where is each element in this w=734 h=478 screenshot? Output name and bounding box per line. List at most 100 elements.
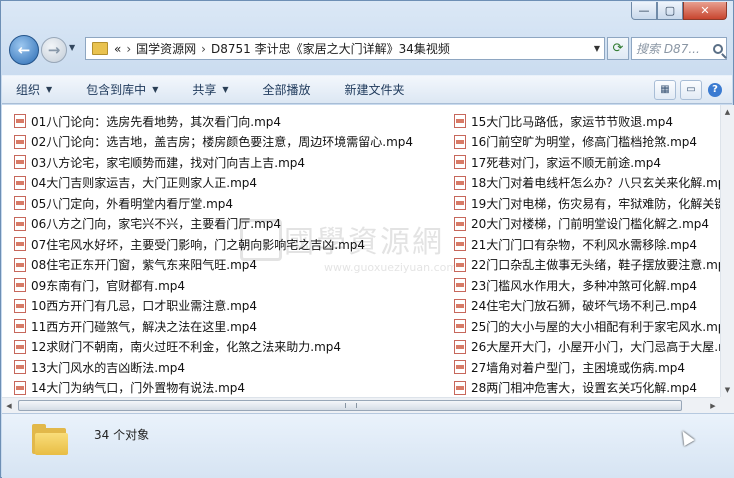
file-item[interactable]: 17死巷对门，家运不顺无前途.mp4 — [454, 152, 720, 173]
close-button[interactable]: ✕ — [683, 2, 727, 20]
file-name: 19大门对电梯，伤灾易有，牢狱难防，化解关键.mp4 — [471, 196, 720, 211]
file-item[interactable]: 05八门定向，外看明堂内看厅堂.mp4 — [14, 193, 450, 214]
organize-menu[interactable]: 组织 ▼ — [16, 81, 52, 98]
file-list: 國學資源網 www.guoxueziyuan.com 01八门论向：选房先看地势… — [2, 105, 720, 397]
file-name: 24住宅大门放石狮，破坏气场不利己.mp4 — [471, 299, 698, 314]
address-bar[interactable]: « › 国学资源网 › D8751 李计忠《家居之大门详解》34集视频 ▼ — [85, 37, 605, 60]
navigation-bar: ← → ▼ « › 国学资源网 › D8751 李计忠《家居之大门详解》34集视… — [9, 35, 727, 65]
mp4-file-icon — [454, 339, 466, 354]
preview-pane-button[interactable]: ▭ — [680, 79, 702, 100]
file-item[interactable]: 01八门论向：选房先看地势，其次看门向.mp4 — [14, 111, 450, 132]
search-input[interactable]: 搜索 D87... — [631, 37, 727, 60]
back-button[interactable]: ← — [9, 35, 39, 65]
minimize-button[interactable]: — — [631, 2, 657, 20]
file-item[interactable]: 12求财门不朝南，南火过旺不利金，化煞之法来助力.mp4 — [14, 337, 450, 358]
file-item[interactable]: 22门口杂乱主做事无头绪，鞋子摆放要注意.mp4 — [454, 255, 720, 276]
file-name: 05八门定向，外看明堂内看厅堂.mp4 — [31, 196, 234, 211]
horizontal-scrollbar[interactable]: ◀ ▶ — [2, 397, 720, 413]
file-name: 10西方开门有几忌，口才职业需注意.mp4 — [31, 299, 258, 314]
mp4-file-icon — [14, 155, 26, 170]
arrow-left-icon: ← — [17, 41, 31, 59]
file-name: 27墙角对着户型门，主困境或伤病.mp4 — [471, 360, 686, 375]
address-dropdown-icon[interactable]: ▼ — [590, 44, 604, 53]
chevron-down-icon: ▼ — [46, 85, 53, 94]
file-name: 23门槛风水作用大，多种冲煞可化解.mp4 — [471, 278, 698, 293]
file-name: 21大门门口有杂物，不利风水需移除.mp4 — [471, 237, 698, 252]
search-placeholder: 搜索 D87... — [636, 42, 700, 56]
file-item[interactable]: 03八方论宅，家宅顺势而建，找对门向吉上吉.mp4 — [14, 152, 450, 173]
file-item[interactable]: 06八方之门向，家宅兴不兴，主要看门厅.mp4 — [14, 214, 450, 235]
mp4-file-icon — [14, 196, 26, 211]
file-column-right: 15大门比马路低，家运节节败退.mp4 16门前空旷为明堂，修高门槛档抢煞.mp… — [454, 111, 720, 397]
file-name: 03八方论宅，家宅顺势而建，找对门向吉上吉.mp4 — [31, 155, 306, 170]
scroll-right-icon[interactable]: ▶ — [706, 398, 720, 413]
play-all-button[interactable]: 全部播放 — [263, 81, 311, 98]
file-item[interactable]: 16门前空旷为明堂，修高门槛档抢煞.mp4 — [454, 132, 720, 153]
refresh-button[interactable]: ⟳ — [607, 37, 629, 60]
breadcrumb-separator[interactable]: › — [126, 42, 131, 56]
file-item[interactable]: 24住宅大门放石狮，破坏气场不利己.mp4 — [454, 296, 720, 317]
recent-pages-dropdown[interactable]: ▼ — [69, 43, 75, 52]
play-all-label: 全部播放 — [262, 83, 311, 97]
file-item[interactable]: 18大门对着电线杆怎么办？八只玄关来化解.mp4 — [454, 173, 720, 194]
mp4-file-icon — [14, 216, 26, 231]
help-button[interactable]: ? — [706, 80, 724, 100]
change-view-button[interactable]: ▦ — [654, 79, 676, 100]
command-bar: 组织 ▼ 包含到库中 ▼ 共享 ▼ 全部播放 新建文件夹 ▦ ▭ ? — [2, 75, 732, 104]
mp4-file-icon — [14, 339, 26, 354]
mp4-file-icon — [14, 298, 26, 313]
share-label: 共享 — [192, 83, 217, 97]
scrollbar-thumb[interactable] — [18, 400, 682, 411]
breadcrumb-separator[interactable]: › — [201, 42, 206, 56]
file-item[interactable]: 07住宅风水好坏，主要受门影响，门之朝向影响宅之吉凶.mp4 — [14, 234, 450, 255]
file-item[interactable]: 15大门比马路低，家运节节败退.mp4 — [454, 111, 720, 132]
file-item[interactable]: 04大门吉则家运吉，大门正则家人正.mp4 — [14, 173, 450, 194]
file-item[interactable]: 26大屋开大门，小屋开小门，大门忌高于大屋.mp4 — [454, 337, 720, 358]
file-name: 09东南有门，官财都有.mp4 — [31, 278, 186, 293]
file-name: 16门前空旷为明堂，修高门槛档抢煞.mp4 — [471, 135, 698, 150]
scroll-down-icon[interactable]: ▼ — [721, 383, 734, 397]
file-name: 11西方开门碰煞气，解决之法在这里.mp4 — [31, 319, 258, 334]
view-controls: ▦ ▭ ? — [650, 79, 724, 100]
file-item[interactable]: 21大门门口有杂物，不利风水需移除.mp4 — [454, 234, 720, 255]
vertical-scrollbar[interactable]: ▲ ▼ — [720, 105, 734, 397]
new-folder-button[interactable]: 新建文件夹 — [345, 81, 405, 98]
file-item[interactable]: 02八门论向：选吉地，盖吉房；楼房颜色要注意，周边环境需留心.mp4 — [14, 132, 450, 153]
forward-button[interactable]: → — [41, 37, 67, 63]
view-icon: ▦ — [660, 84, 670, 95]
include-in-library-menu[interactable]: 包含到库中 ▼ — [86, 81, 158, 98]
file-item[interactable]: 25门的大小与屋的大小相配有利于家宅风水.mp4 — [454, 316, 720, 337]
mp4-file-icon — [454, 360, 466, 375]
file-item[interactable]: 13大门风水的吉凶断法.mp4 — [14, 357, 450, 378]
include-in-library-label: 包含到库中 — [86, 83, 147, 97]
file-item[interactable]: 23门槛风水作用大，多种冲煞可化解.mp4 — [454, 275, 720, 296]
file-item[interactable]: 09东南有门，官财都有.mp4 — [14, 275, 450, 296]
file-name: 01八门论向：选房先看地势，其次看门向.mp4 — [31, 114, 282, 129]
share-menu[interactable]: 共享 ▼ — [192, 81, 228, 98]
mp4-file-icon — [454, 196, 466, 211]
explorer-window: — ▢ ✕ ← → ▼ « › 国学资源网 › D8751 李计忠《家居之大门详… — [0, 0, 734, 478]
file-name: 18大门对着电线杆怎么办？八只玄关来化解.mp4 — [471, 176, 720, 191]
mp4-file-icon — [454, 175, 466, 190]
file-item[interactable]: 10西方开门有几忌，口才职业需注意.mp4 — [14, 296, 450, 317]
file-item[interactable]: 20大门对楼梯，门前明堂设门槛化解之.mp4 — [454, 214, 720, 235]
scroll-up-icon[interactable]: ▲ — [721, 105, 734, 119]
breadcrumb-overflow[interactable]: « — [114, 42, 121, 56]
file-item[interactable]: 27墙角对着户型门，主困境或伤病.mp4 — [454, 357, 720, 378]
file-item[interactable]: 14大门为纳气口，门外置物有说法.mp4 — [14, 378, 450, 398]
mp4-file-icon — [454, 278, 466, 293]
file-item[interactable]: 11西方开门碰煞气，解决之法在这里.mp4 — [14, 316, 450, 337]
mp4-file-icon — [14, 360, 26, 375]
file-name: 04大门吉则家运吉，大门正则家人正.mp4 — [31, 176, 258, 191]
file-item[interactable]: 19大门对电梯，伤灾易有，牢狱难防，化解关键.mp4 — [454, 193, 720, 214]
breadcrumb-item-root[interactable]: 国学资源网 — [136, 40, 196, 57]
maximize-button[interactable]: ▢ — [657, 2, 683, 20]
scroll-left-icon[interactable]: ◀ — [2, 398, 16, 413]
mp4-file-icon — [454, 155, 466, 170]
file-item[interactable]: 08住宅正东开门窗，紫气东来阳气旺.mp4 — [14, 255, 450, 276]
breadcrumb-item-current[interactable]: D8751 李计忠《家居之大门详解》34集视频 — [211, 40, 450, 57]
mp4-file-icon — [454, 380, 466, 395]
mp4-file-icon — [14, 114, 26, 129]
file-item[interactable]: 28两门相冲危害大，设置玄关巧化解.mp4 — [454, 378, 720, 398]
file-name: 20大门对楼梯，门前明堂设门槛化解之.mp4 — [471, 217, 710, 232]
